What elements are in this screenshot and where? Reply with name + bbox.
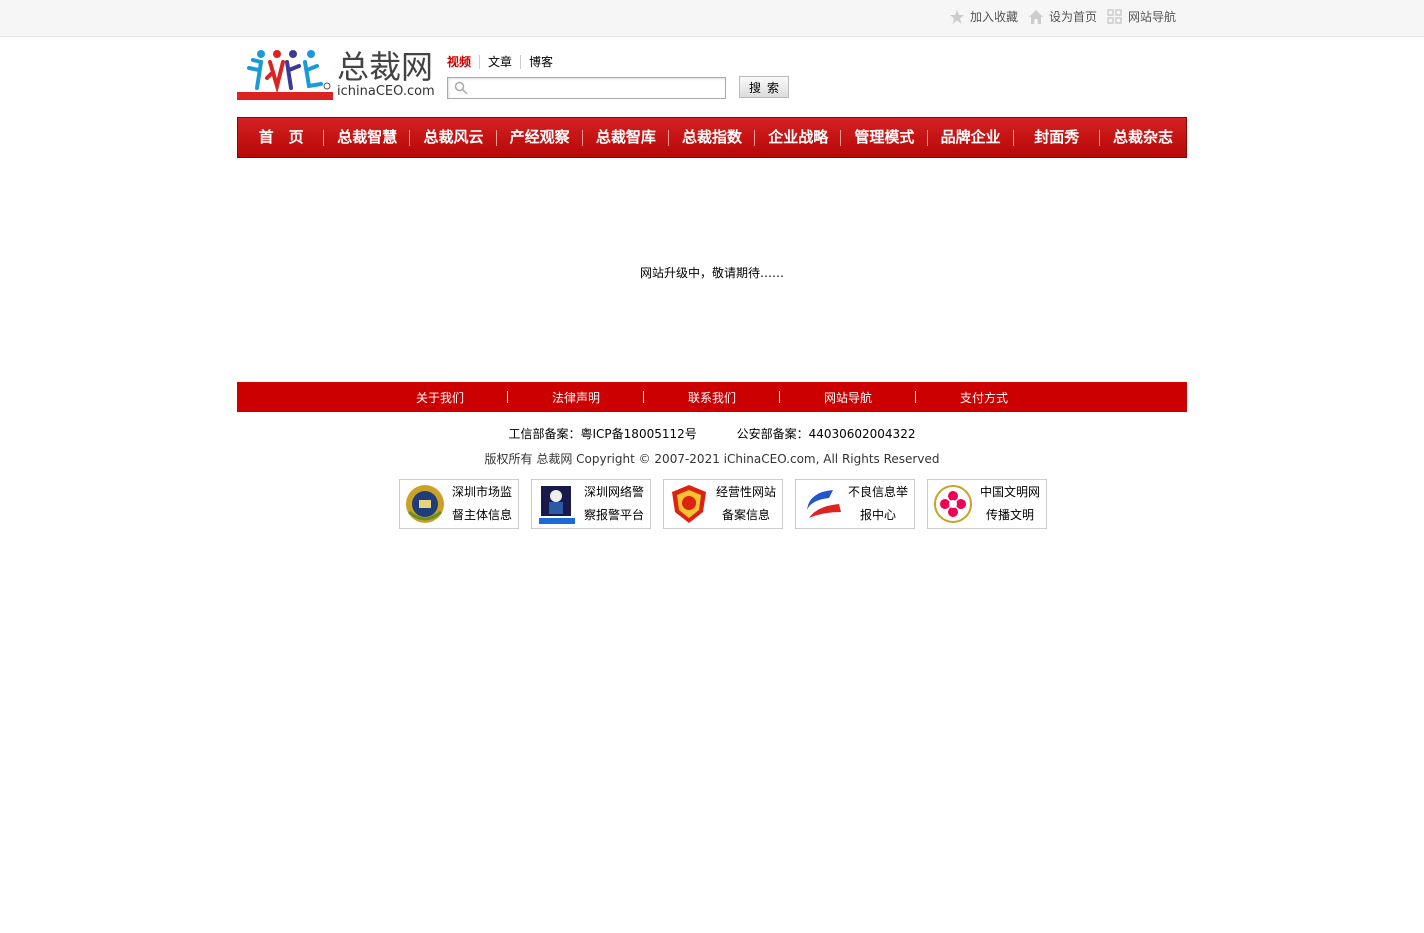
search-icon xyxy=(454,81,468,95)
nav-item-management[interactable]: 管理模式 xyxy=(841,118,928,157)
nav-item-ceo-figures[interactable]: 总裁风云 xyxy=(410,118,497,157)
badge-civilization-line1: 中国文明网 xyxy=(979,485,1040,499)
nav-item-home[interactable]: 首 页 xyxy=(238,118,325,157)
home-icon xyxy=(1028,9,1043,24)
report-center-icon xyxy=(807,490,841,518)
logo-brand-cn: 总裁网 xyxy=(337,48,434,86)
badge-business-line1: 经营性网站 xyxy=(715,485,776,499)
badge-market-line2: 督主体信息 xyxy=(451,508,512,522)
badge-civilization-line2: 传播文明 xyxy=(985,508,1034,522)
nav-item-strategy[interactable]: 企业战略 xyxy=(755,118,842,157)
footer-nav: 关于我们 法律声明 联系我们 网站导航 支付方式 xyxy=(237,382,1187,412)
nav-item-magazine[interactable]: 总裁杂志 xyxy=(1100,118,1186,157)
nav-item-cover[interactable]: 封面秀 xyxy=(1014,118,1101,157)
badge-report-line1: 不良信息举 xyxy=(847,485,908,499)
search-tab-blog[interactable]: 博客 xyxy=(520,55,561,69)
nav-item-think-tank[interactable]: 总裁智库 xyxy=(583,118,670,157)
badge-report-line2: 报中心 xyxy=(859,508,896,522)
nav-item-brands[interactable]: 品牌企业 xyxy=(928,118,1014,157)
logo-brand-en: ichinaCEO.com xyxy=(337,84,435,99)
icp-record[interactable]: 工信部备案：粤ICP备18005112号 xyxy=(509,427,697,441)
badge-police-line1: 深圳网络警 xyxy=(583,485,644,499)
badge-market-supervision[interactable]: 深圳市场监督主体信息 xyxy=(399,479,519,529)
business-website-badge-icon xyxy=(672,485,706,523)
badge-business-website[interactable]: 经营性网站 备案信息 xyxy=(663,479,783,529)
cyber-police-icon xyxy=(539,486,575,524)
main-nav: 首 页 总裁智慧 总裁风云 产经观察 总裁智库 总裁指数 企业战略 管理模式 品… xyxy=(237,117,1187,158)
market-supervision-emblem-icon xyxy=(406,485,444,523)
search-input[interactable] xyxy=(472,79,726,99)
badge-market-line1: 深圳市场监 xyxy=(451,485,512,499)
copyright: 版权所有 总裁网 Copyright © 2007-2021 iChinaCEO… xyxy=(484,452,940,466)
footer-link-contact[interactable]: 联系我们 xyxy=(644,389,781,406)
search-button[interactable]: 搜索 xyxy=(739,76,789,98)
badge-report-center[interactable]: 不良信息举 报中心 xyxy=(795,479,915,529)
set-homepage-label: 设为首页 xyxy=(1048,10,1097,24)
police-record[interactable]: 公安部备案：44030602004322 xyxy=(737,427,916,441)
site-logo[interactable]: 总裁网 ichinaCEO.com xyxy=(237,48,437,102)
set-homepage-link[interactable]: 设为首页 xyxy=(1028,8,1097,25)
upgrade-notice: 网站升级中，敬请期待…… xyxy=(639,266,784,280)
nav-item-industry[interactable]: 产经观察 xyxy=(497,118,583,157)
footer-link-payment[interactable]: 支付方式 xyxy=(916,389,1052,406)
badge-police-line2: 察报警平台 xyxy=(583,508,644,522)
top-bar: 加入收藏 设为首页 网站导航 xyxy=(0,0,1424,37)
civilization-icon xyxy=(934,485,972,523)
footer-link-legal[interactable]: 法律声明 xyxy=(508,389,645,406)
site-nav-label: 网站导航 xyxy=(1127,10,1176,24)
badge-cyber-police[interactable]: 深圳网络警察报警平台 xyxy=(531,479,651,529)
badge-civilization[interactable]: 中国文明网 传播文明 xyxy=(927,479,1047,529)
search-tabs: 视频 文章 博客 xyxy=(447,55,561,69)
grid-icon xyxy=(1107,8,1122,24)
record-info: 工信部备案：粤ICP备18005112号 公安部备案：4403060200432… xyxy=(0,425,1424,442)
badge-business-line2: 备案信息 xyxy=(721,508,770,522)
site-nav-link[interactable]: 网站导航 xyxy=(1107,8,1176,25)
add-favorite-link[interactable]: 加入收藏 xyxy=(949,8,1018,25)
star-icon xyxy=(949,9,964,24)
search-tab-video[interactable]: 视频 xyxy=(447,55,479,69)
search-tab-article[interactable]: 文章 xyxy=(479,55,520,69)
nav-item-ceo-index[interactable]: 总裁指数 xyxy=(669,118,756,157)
search-box xyxy=(447,77,726,99)
footer-link-about[interactable]: 关于我们 xyxy=(372,389,508,406)
trust-badges: 深圳市场监督主体信息 深圳网络警察报警平台 经营性网站备案信息 不良信息举报中心… xyxy=(399,479,1047,529)
footer-link-sitemap[interactable]: 网站导航 xyxy=(780,389,917,406)
nav-item-ceo-wisdom[interactable]: 总裁智慧 xyxy=(324,118,411,157)
add-favorite-label: 加入收藏 xyxy=(969,10,1018,24)
top-links: 加入收藏 设为首页 网站导航 xyxy=(949,8,1176,25)
